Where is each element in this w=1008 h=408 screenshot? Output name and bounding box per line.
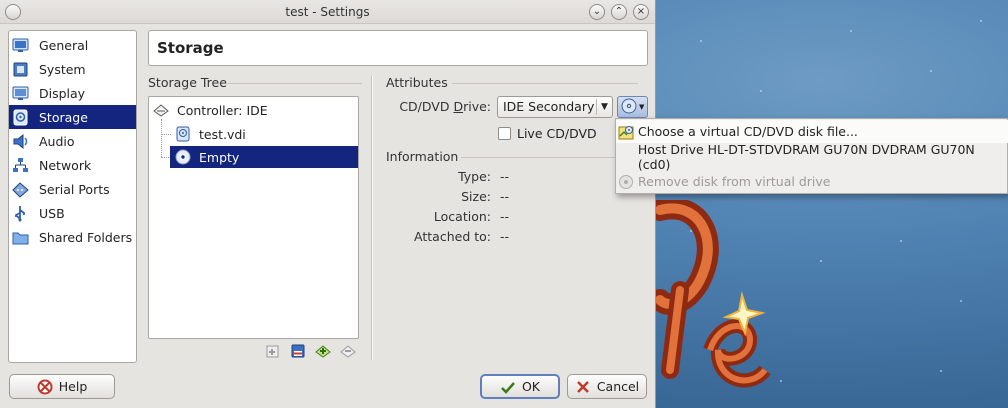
category-shared-folders[interactable]: Shared Folders xyxy=(9,225,136,249)
category-label: USB xyxy=(39,205,65,221)
choose-disk-button[interactable]: ▼ xyxy=(617,96,648,118)
add-attachment-icon[interactable] xyxy=(314,342,332,360)
serial-icon xyxy=(12,181,29,198)
ok-icon xyxy=(500,379,516,395)
cd-dvd-drive-select[interactable]: IDE Secondary ▼ xyxy=(497,96,613,118)
category-general[interactable]: General xyxy=(9,33,136,57)
info-value: -- xyxy=(500,229,510,244)
category-list: General System Display Storage Audio Network S… xyxy=(8,30,137,363)
tree-item-label: test.vdi xyxy=(199,126,246,142)
blank-icon xyxy=(618,149,634,165)
window-title: test - Settings xyxy=(285,5,370,19)
checkbox-box[interactable] xyxy=(498,127,511,140)
usb-icon xyxy=(12,205,29,222)
cancel-label: Cancel xyxy=(596,379,640,394)
category-label: Display xyxy=(39,85,86,101)
menu-item-choose-disk[interactable]: Choose a virtual CD/DVD disk file... xyxy=(616,120,1008,143)
page-title: Storage xyxy=(148,30,648,66)
category-label: Network xyxy=(39,157,92,173)
info-value: -- xyxy=(500,169,510,184)
maximize-button[interactable]: ⌃ xyxy=(611,4,627,20)
panel-separator xyxy=(371,76,373,360)
cd-icon xyxy=(621,98,637,117)
attributes-label: Attributes xyxy=(386,75,448,90)
window-menu-button[interactable] xyxy=(5,4,21,20)
display-icon xyxy=(12,85,29,102)
category-label: Audio xyxy=(39,133,75,149)
cd-dvd-drive-value: IDE Secondary xyxy=(503,99,595,114)
hard-disk-icon xyxy=(175,126,191,142)
chip-icon xyxy=(12,61,29,78)
remove-controller-icon[interactable] xyxy=(289,342,307,360)
title-bar[interactable]: test - Settings ⌄ ⌃ × xyxy=(0,0,655,24)
live-cd-checkbox[interactable]: Live CD/DVD xyxy=(498,126,597,141)
controller-label: Controller: IDE xyxy=(177,102,268,118)
info-value: -- xyxy=(500,189,510,204)
monitor-icon xyxy=(12,37,29,54)
info-label: Type: xyxy=(458,169,491,184)
storage-tree: Controller: IDE test.vdi Empty xyxy=(148,96,359,339)
add-controller-icon[interactable] xyxy=(264,342,282,360)
minimize-button[interactable]: ⌄ xyxy=(589,4,605,20)
category-label: Serial Ports xyxy=(39,181,110,197)
cd-icon xyxy=(175,149,191,165)
tree-item-label: Empty xyxy=(199,149,240,165)
disk-popup-menu: Choose a virtual CD/DVD disk file... Host… xyxy=(615,118,1008,194)
category-storage[interactable]: Storage xyxy=(9,105,136,129)
cancel-icon xyxy=(575,379,591,395)
cancel-button[interactable]: Cancel xyxy=(567,374,647,399)
controller-icon xyxy=(153,102,169,118)
tree-item-empty[interactable]: Empty xyxy=(170,146,358,168)
ok-button[interactable]: OK xyxy=(480,374,560,399)
category-network[interactable]: Network xyxy=(9,153,136,177)
category-audio[interactable]: Audio xyxy=(9,129,136,153)
close-button[interactable]: × xyxy=(633,4,649,20)
chevron-down-icon: ▼ xyxy=(596,99,612,115)
information-label: Information xyxy=(386,149,459,164)
choose-disk-icon xyxy=(618,124,634,140)
menu-item-label: Host Drive HL-DT-STDVDRAM GU70N DVDRAM G… xyxy=(637,141,975,172)
category-system[interactable]: System xyxy=(9,57,136,81)
category-label: System xyxy=(39,61,86,77)
remove-disk-icon xyxy=(618,174,634,190)
category-label: General xyxy=(39,37,89,53)
live-cd-label: Live CD/DVD xyxy=(517,126,597,141)
info-label: Location: xyxy=(433,209,491,224)
info-label: Attached to: xyxy=(414,229,491,244)
wallpaper-logo xyxy=(649,200,771,388)
category-label: Shared Folders xyxy=(39,229,133,245)
category-usb[interactable]: USB xyxy=(9,201,136,225)
help-button[interactable]: Help xyxy=(9,374,115,399)
folder-icon xyxy=(12,229,29,246)
storage-tree-label: Storage Tree xyxy=(148,75,227,90)
chevron-down-icon: ▼ xyxy=(639,103,645,111)
cd-dvd-drive-label: CD/DVD Drive: xyxy=(399,99,491,114)
category-serial-ports[interactable]: Serial Ports xyxy=(9,177,136,201)
menu-item-remove-disk: Remove disk from virtual drive xyxy=(616,170,1008,193)
menu-item-host-drive[interactable]: Host Drive HL-DT-STDVDRAM GU70N DVDRAM G… xyxy=(616,142,1008,172)
category-label: Storage xyxy=(39,109,88,125)
help-label: Help xyxy=(58,379,88,394)
ok-label: OK xyxy=(521,379,541,394)
remove-attachment-icon[interactable] xyxy=(339,342,357,360)
menu-item-label: Remove disk from virtual drive xyxy=(638,174,831,189)
audio-icon xyxy=(12,133,29,150)
tree-item-test-vdi[interactable]: test.vdi xyxy=(173,123,358,145)
info-label: Size: xyxy=(461,189,491,204)
help-icon xyxy=(37,379,53,395)
network-icon xyxy=(12,157,29,174)
storage-icon xyxy=(12,109,29,126)
info-value: -- xyxy=(500,209,510,224)
category-display[interactable]: Display xyxy=(9,81,136,105)
tree-controller-ide[interactable]: Controller: IDE xyxy=(153,99,358,121)
settings-window: test - Settings ⌄ ⌃ × General System Displ… xyxy=(0,0,656,408)
menu-item-label: Choose a virtual CD/DVD disk file... xyxy=(638,124,858,139)
